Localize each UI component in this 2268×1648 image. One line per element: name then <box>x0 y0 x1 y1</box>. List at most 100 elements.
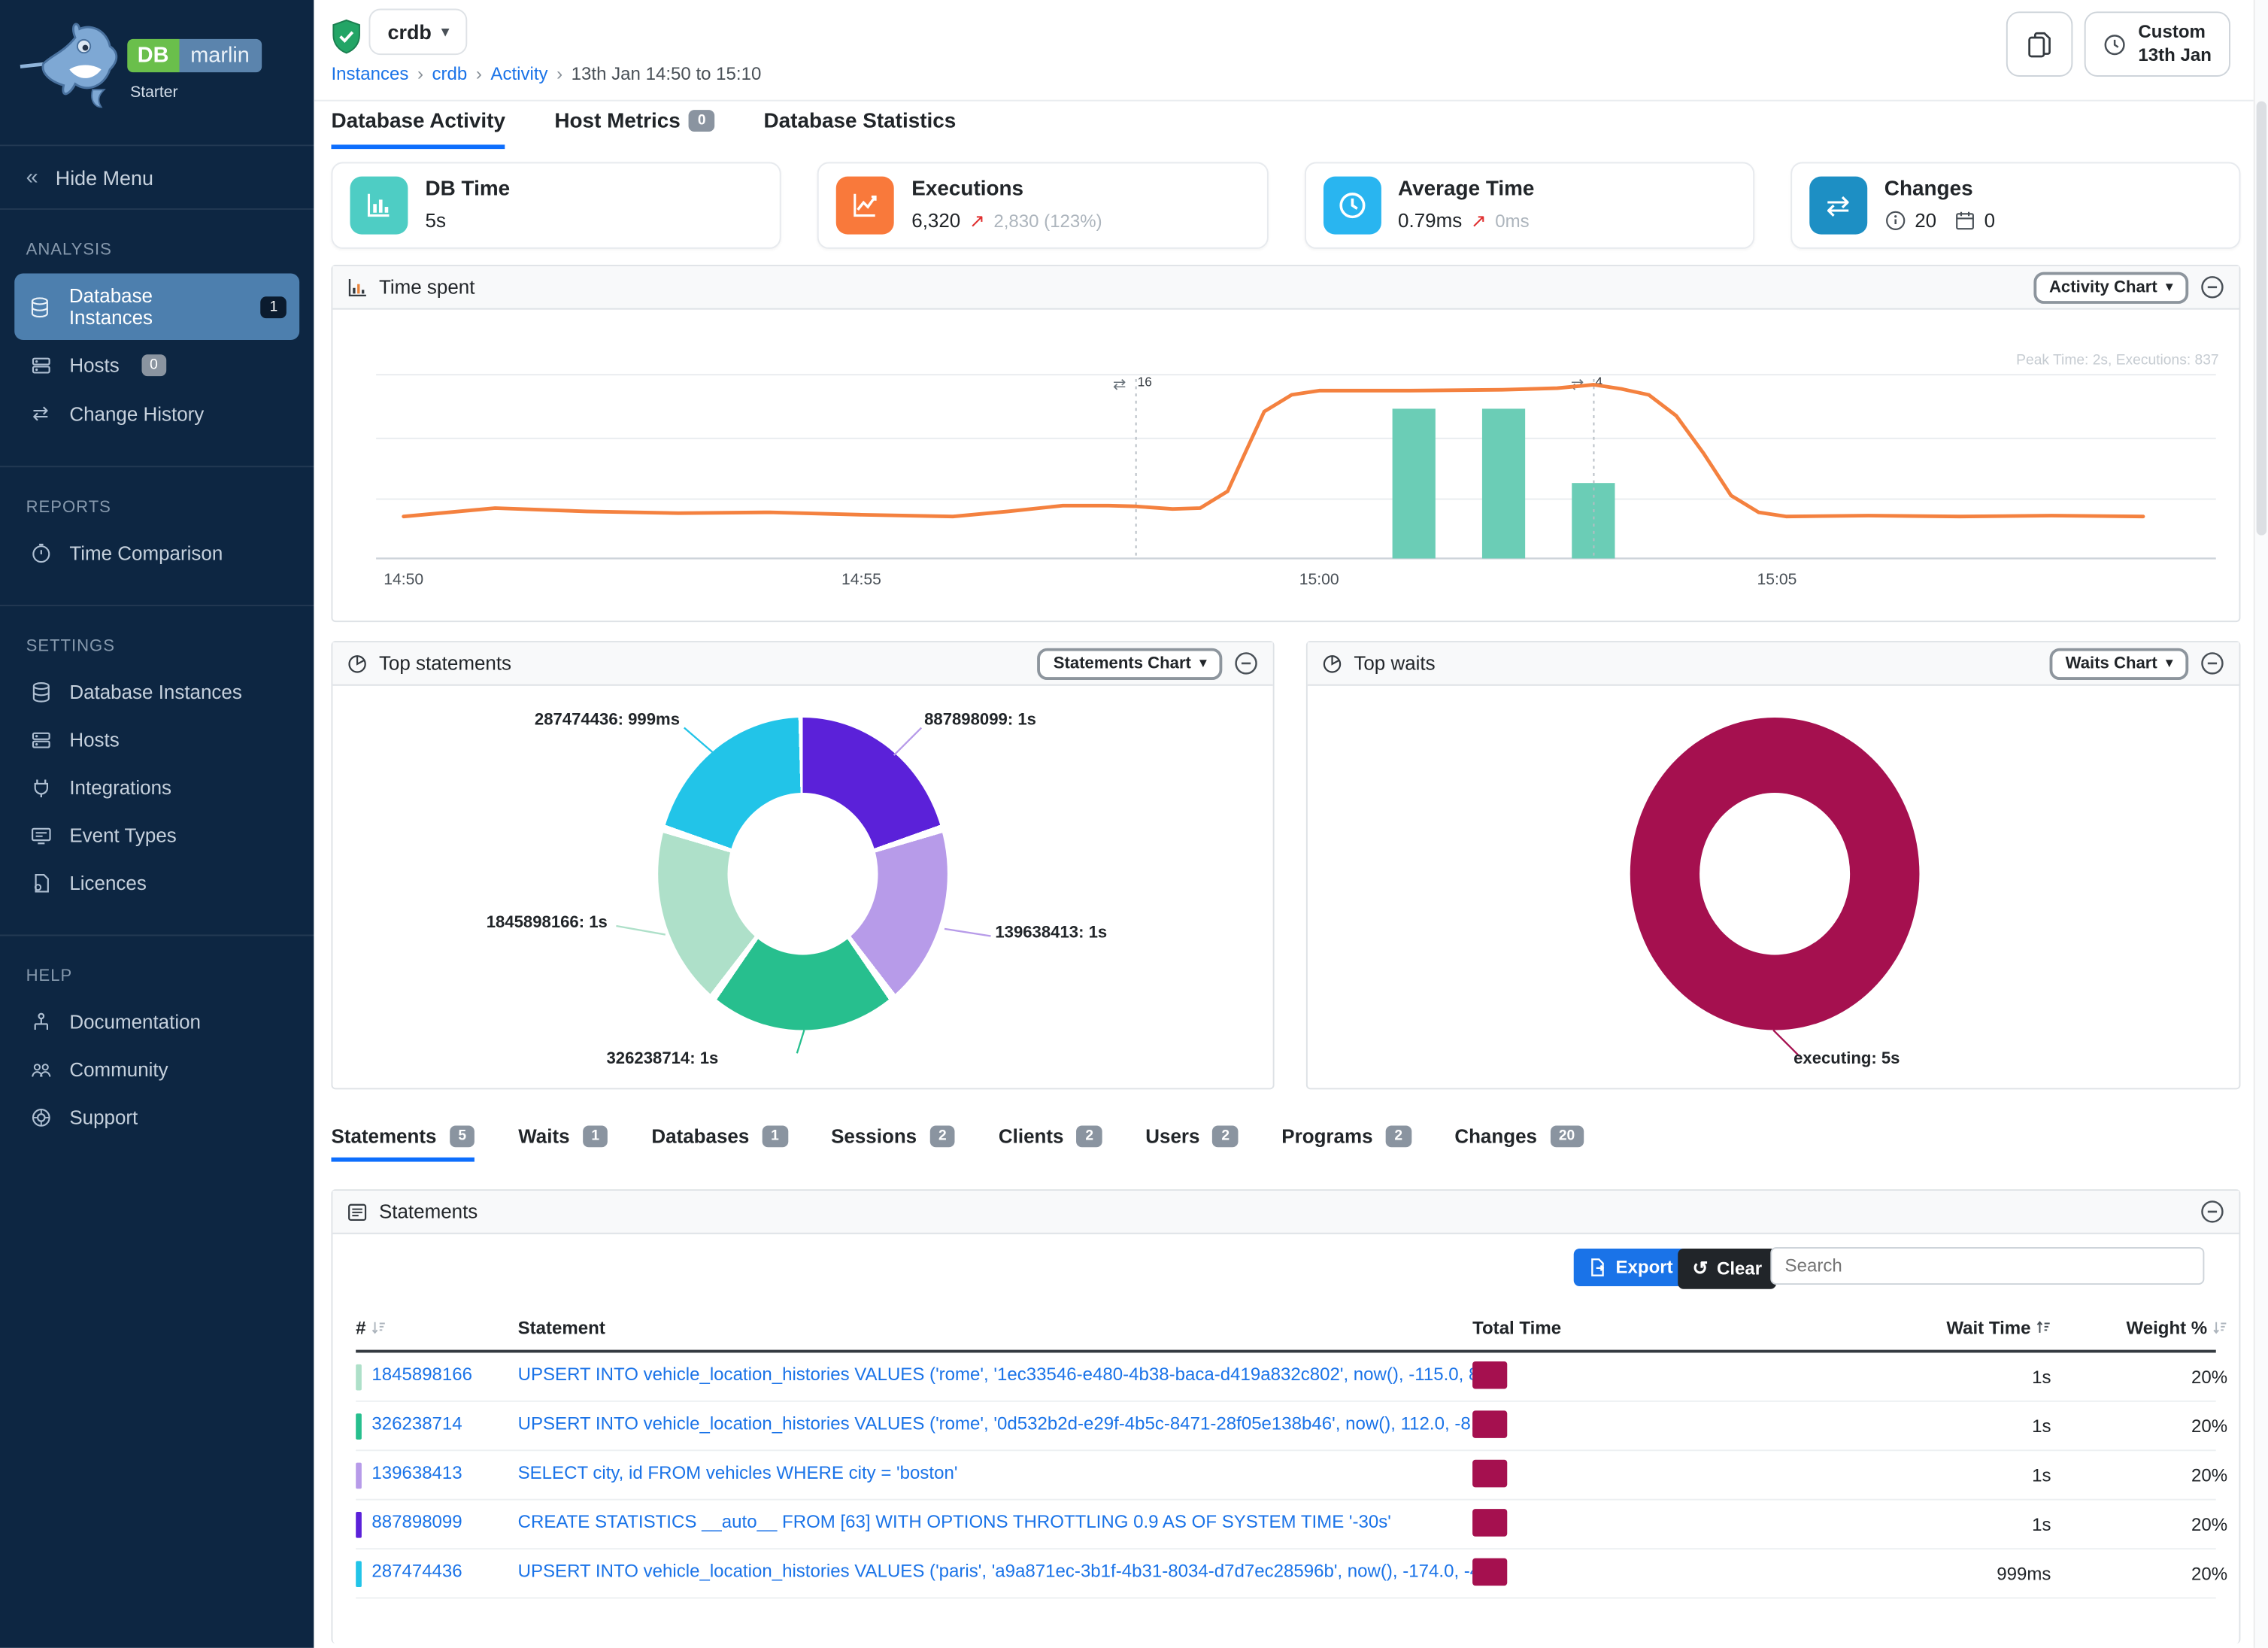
tab-label: Waits <box>518 1125 569 1147</box>
bar-chart-icon <box>350 177 408 235</box>
card-value: 0.79ms <box>1398 207 1462 236</box>
waits-chart-selector[interactable]: Waits Chart ▾ <box>2050 648 2189 679</box>
statements-chart-selector[interactable]: Statements Chart ▾ <box>1038 648 1223 679</box>
sidebar-item-event-types[interactable]: Event Types <box>14 813 299 858</box>
statements-toolbar: Export ↺ Clear <box>332 1234 2239 1300</box>
collapse-panel-icon[interactable] <box>2200 1200 2225 1225</box>
sidebar-item-database-instances[interactable]: Database Instances 1 <box>14 274 299 340</box>
top-statements-panel: Top statements Statements Chart ▾ <box>331 641 1274 1089</box>
sidebar-item-change-history[interactable]: ⇄ Change History <box>14 390 299 437</box>
col-weight[interactable]: Weight % <box>2051 1318 2227 1338</box>
tab-users[interactable]: Users2 <box>1145 1125 1238 1161</box>
card-changes[interactable]: ⇄ Changes 20 0 <box>1790 162 2241 248</box>
activity-chart-selector[interactable]: Activity Chart ▾ <box>2033 272 2188 303</box>
collapse-panel-icon[interactable] <box>2200 275 2225 299</box>
statement-link[interactable]: SELECT city, id FROM vehicles WHERE city… <box>518 1463 958 1483</box>
copy-link-button[interactable] <box>2006 11 2072 77</box>
count-badge: 0 <box>689 110 714 132</box>
col-wait-time[interactable]: Wait Time <box>1690 1318 2051 1338</box>
tab-label: Clients <box>999 1125 1064 1147</box>
search-input[interactable] <box>1770 1247 2204 1285</box>
tab-label: Statements <box>331 1125 436 1147</box>
card-executions[interactable]: Executions 6,320 ↗ 2,830 (123%) <box>817 162 1268 248</box>
sidebar-item-hosts[interactable]: Hosts 0 <box>14 343 299 388</box>
tab-statements[interactable]: Statements 5 <box>331 1125 475 1161</box>
statement-color-chip <box>356 1413 362 1439</box>
count-badge: 2 <box>1386 1125 1411 1147</box>
section-title: ANALYSIS <box>26 241 288 259</box>
statement-id-link[interactable]: 326238714 <box>371 1413 462 1433</box>
tab-label: Sessions <box>831 1125 917 1147</box>
breadcrumb-instances[interactable]: Instances <box>331 64 408 84</box>
card-average-time[interactable]: Average Time 0.79ms ↗ 0ms <box>1304 162 1754 248</box>
tab-database-statistics[interactable]: Database Statistics <box>764 110 957 149</box>
clock-icon <box>28 542 54 564</box>
collapse-panel-icon[interactable] <box>2200 651 2225 676</box>
top-waits-panel: Top waits Waits Chart ▾ executing: 5s <box>1306 641 2241 1089</box>
statement-id-link[interactable]: 887898099 <box>371 1511 462 1531</box>
svg-text:⇄: ⇄ <box>1113 375 1126 393</box>
sort-icon <box>2212 1319 2227 1335</box>
statement-link[interactable]: UPSERT INTO vehicle_location_histories V… <box>518 1413 1472 1434</box>
col-total-time[interactable]: Total Time <box>1472 1318 1690 1338</box>
sidebar-item-database-instances-settings[interactable]: Database Instances <box>14 670 299 715</box>
table-row: 326238714 UPSERT INTO vehicle_location_h… <box>356 1402 2216 1451</box>
scrollbar[interactable] <box>2254 0 2268 1648</box>
sidebar-item-time-comparison[interactable]: Time Comparison <box>14 531 299 576</box>
breadcrumb-crdb[interactable]: crdb <box>432 64 468 84</box>
card-title: Average Time <box>1398 175 1534 207</box>
sidebar-item-documentation[interactable]: Documentation <box>14 1000 299 1045</box>
sidebar-item-licences[interactable]: Licences <box>14 860 299 906</box>
tab-label: Database Activity <box>331 110 505 133</box>
card-value: 6,320 <box>911 207 960 236</box>
total-time-bar <box>1472 1508 1507 1536</box>
sidebar-item-integrations[interactable]: Integrations <box>14 766 299 811</box>
breadcrumb-separator: › <box>417 64 423 84</box>
col-statement[interactable]: Statement <box>518 1318 1472 1338</box>
statement-id-link[interactable]: 139638413 <box>371 1462 462 1483</box>
hide-menu-button[interactable]: « Hide Menu <box>0 144 314 210</box>
time-range-mode: Custom <box>2138 22 2206 42</box>
card-db-time[interactable]: DB Time 5s <box>331 162 781 248</box>
tab-host-metrics[interactable]: Host Metrics 0 <box>554 110 714 149</box>
sidebar-item-community[interactable]: Community <box>14 1048 299 1093</box>
time-range-button[interactable]: Custom 13th Jan <box>2085 11 2230 77</box>
tab-database-activity[interactable]: Database Activity <box>331 110 505 149</box>
instance-selector[interactable]: crdb ▾ <box>368 9 468 56</box>
collapse-panel-icon[interactable] <box>1234 651 1259 676</box>
total-time-bar <box>1472 1410 1507 1437</box>
statement-link[interactable]: UPSERT INTO vehicle_location_histories V… <box>518 1364 1472 1385</box>
statement-link[interactable]: UPSERT INTO vehicle_location_histories V… <box>518 1561 1472 1581</box>
sidebar-item-hosts-settings[interactable]: Hosts <box>14 718 299 763</box>
tab-clients[interactable]: Clients2 <box>999 1125 1102 1161</box>
statement-link[interactable]: CREATE STATISTICS __auto__ FROM [63] WIT… <box>518 1512 1391 1532</box>
top-statements-chart[interactable]: 287474436: 999ms 887898099: 1s 184589816… <box>332 686 1272 1091</box>
scrollbar-thumb[interactable] <box>2257 102 2266 536</box>
pie-chart-icon <box>347 653 368 673</box>
database-icon <box>28 681 54 703</box>
tab-waits[interactable]: Waits1 <box>518 1125 608 1161</box>
breadcrumb-activity[interactable]: Activity <box>490 64 547 84</box>
logo[interactable]: DBmarlin Starter <box>0 0 314 144</box>
col-num[interactable]: # <box>356 1318 517 1338</box>
tab-changes[interactable]: Changes20 <box>1454 1125 1583 1161</box>
count-badge: 5 <box>450 1125 475 1147</box>
table-row: 287474436 UPSERT INTO vehicle_location_h… <box>356 1549 2216 1598</box>
export-button[interactable]: Export <box>1574 1249 1687 1286</box>
top-waits-chart[interactable]: executing: 5s <box>1308 686 2239 1091</box>
logo-marlin-badge: marlin <box>179 39 261 72</box>
line-chart-icon <box>836 177 894 235</box>
time-spent-chart[interactable]: Peak Time: 2s, Executions: 837 ⇄16⇄414:5… <box>332 310 2239 624</box>
instance-name: crdb <box>387 20 431 44</box>
slice-label: 287474436: 999ms <box>503 712 680 729</box>
tab-programs[interactable]: Programs2 <box>1281 1125 1411 1161</box>
clear-button[interactable]: ↺ Clear <box>1678 1249 1776 1289</box>
tab-databases[interactable]: Databases1 <box>651 1125 787 1161</box>
tab-sessions[interactable]: Sessions2 <box>831 1125 955 1161</box>
statement-id-link[interactable]: 1845898166 <box>371 1364 472 1384</box>
slice-label: 139638413: 1s <box>995 924 1107 942</box>
main-content: crdb ▾ Instances › crdb › Activity › 13t… <box>314 0 2268 1648</box>
total-time-bar <box>1472 1558 1507 1586</box>
sidebar-item-support[interactable]: Support <box>14 1095 299 1140</box>
statement-id-link[interactable]: 287474436 <box>371 1560 462 1580</box>
